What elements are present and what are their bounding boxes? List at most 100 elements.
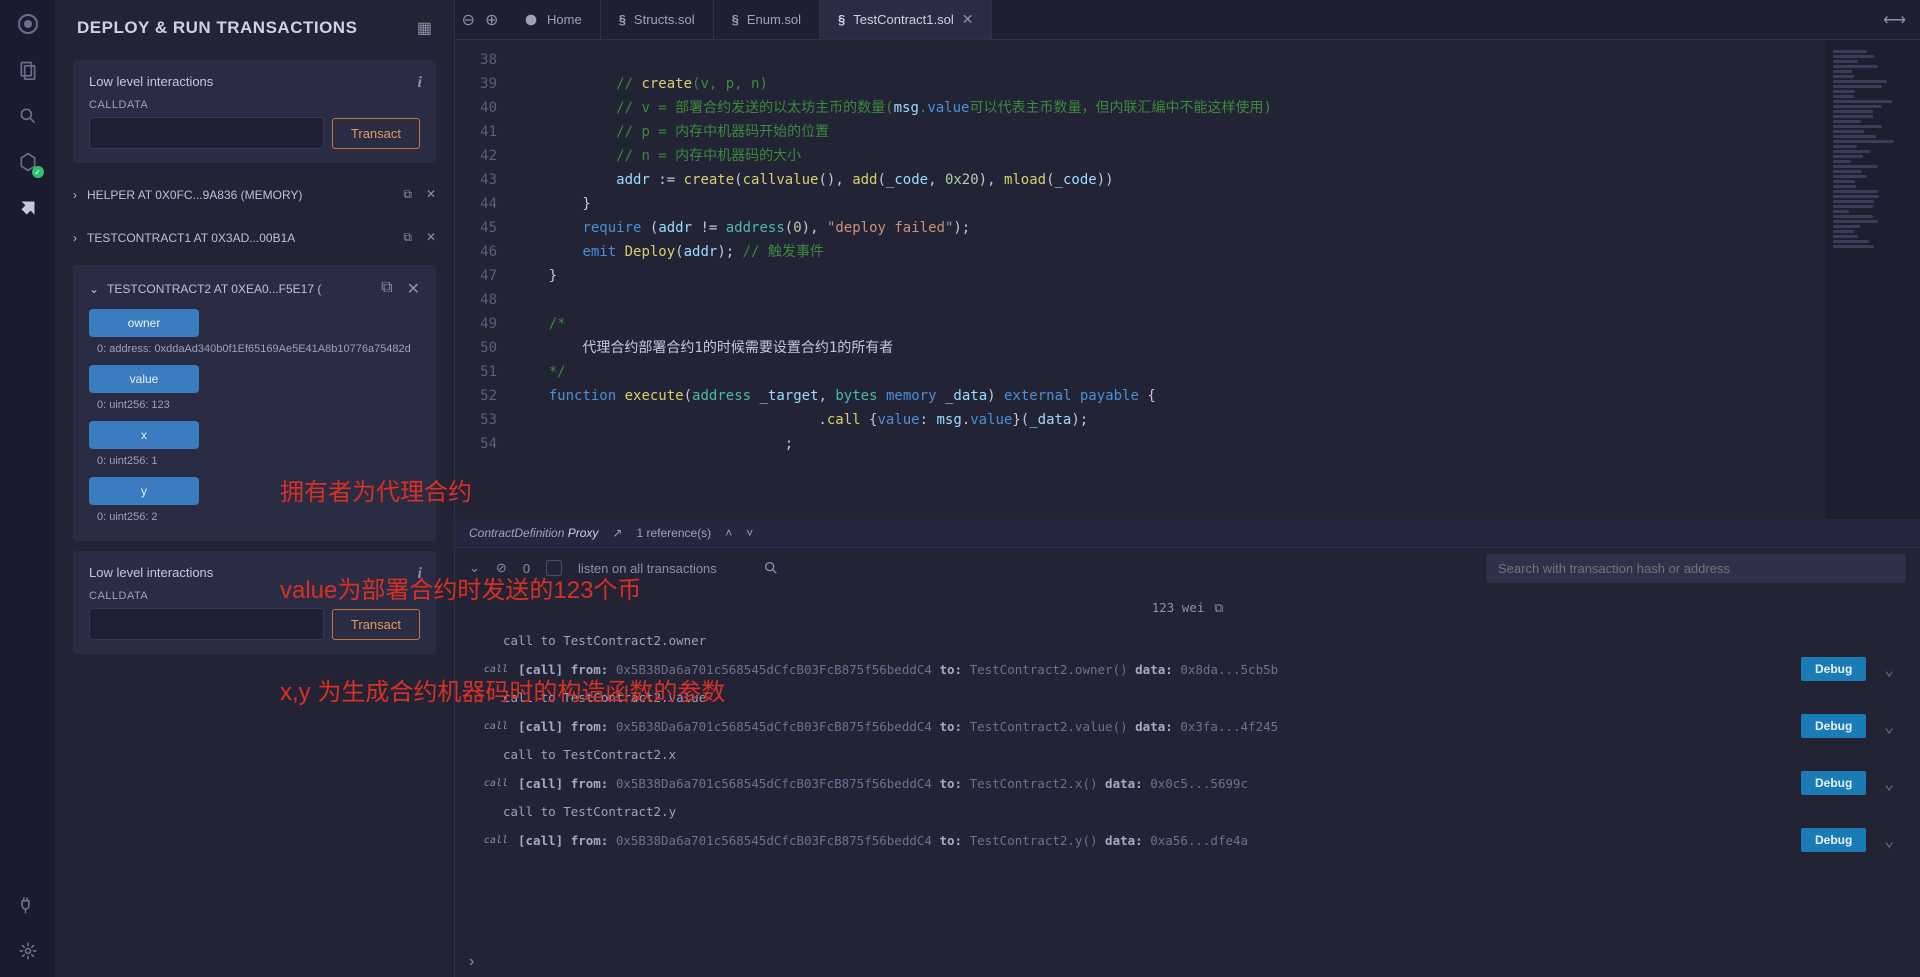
home-icon (523, 12, 539, 28)
contract-instance[interactable]: › HELPER AT 0X0FC...9A836 (MEMORY) ⧉ ✕ (55, 173, 454, 216)
chevron-right-icon: › (73, 231, 77, 245)
deploy-panel: DEPLOY & RUN TRANSACTIONS ▦ i Low level … (55, 0, 455, 977)
expand-icon[interactable]: ⟷ (1869, 10, 1920, 30)
function-output: 0: address: 0xddaAd340b0f1Ef65169Ae5E41A… (97, 343, 420, 355)
compiler-icon[interactable]: ✓ (16, 150, 40, 174)
zoom-in-icon[interactable]: ⊕ (485, 10, 498, 30)
debug-button[interactable]: Debug (1801, 771, 1866, 795)
low-level-section: i Low level interactions CALLDATA Transa… (73, 60, 436, 163)
copy-icon[interactable]: ⧉ (403, 187, 412, 202)
function-button[interactable]: value (89, 365, 199, 393)
search-icon[interactable] (16, 104, 40, 128)
call-badge: call (473, 664, 508, 675)
tab-testcontract1-sol[interactable]: § TestContract1.sol ✕ (820, 0, 992, 39)
panel-title: DEPLOY & RUN TRANSACTIONS (77, 18, 357, 38)
terminal-prompt-icon[interactable]: › (469, 953, 474, 970)
call-badge: call (473, 721, 508, 732)
function-button[interactable]: x (89, 421, 199, 449)
collapse-icon[interactable]: ⌄ (469, 560, 480, 576)
chevron-right-icon: › (73, 188, 77, 202)
terminal-search-input[interactable] (1486, 554, 1906, 583)
function-output: 0: uint256: 1 (97, 455, 420, 467)
ref-down-icon[interactable]: ˅ (746, 526, 753, 540)
function-output: 0: uint256: 2 (97, 511, 420, 523)
log-call-row: call [call] from: 0x5B38Da6a701c568545dC… (473, 765, 1902, 801)
contract-instance[interactable]: › TESTCONTRACT1 AT 0X3AD...00B1A ⧉ ✕ (55, 216, 454, 259)
debug-button[interactable]: Debug (1801, 657, 1866, 681)
log-call-row: call [call] from: 0x5B38Da6a701c568545dC… (473, 651, 1902, 687)
instance-name: TESTCONTRACT1 AT 0X3AD...00B1A (87, 231, 295, 245)
tab-label: TestContract1.sol (853, 12, 953, 27)
tab-structs-sol[interactable]: § Structs.sol (601, 0, 714, 39)
low-level-title: Low level interactions (89, 565, 420, 580)
tab-home[interactable]: Home (505, 0, 601, 39)
function-button[interactable]: y (89, 477, 199, 505)
instance-name: HELPER AT 0X0FC...9A836 (MEMORY) (87, 188, 302, 202)
function-button[interactable]: owner (89, 309, 199, 337)
log-text: call to TestContract2.value (473, 687, 1902, 708)
close-icon[interactable]: ✕ (426, 187, 436, 202)
chevron-down-icon[interactable]: ⌄ (1876, 660, 1902, 679)
log-text: call to TestContract2.owner (473, 630, 1902, 651)
panel-menu-icon[interactable]: ▦ (417, 18, 432, 38)
tab-enum-sol[interactable]: § Enum.sol (714, 0, 820, 39)
search-icon[interactable] (763, 560, 779, 576)
main-area: ⊖ ⊕ Home § Structs.sol § Enum.sol § TestContra… (455, 0, 1920, 977)
low-level-title: Low level interactions (89, 74, 420, 89)
copy-icon[interactable]: ⧉ (1214, 600, 1223, 616)
plugin-icon[interactable] (16, 893, 40, 917)
line-gutter: 3839404142434445464748495051525354 (455, 40, 515, 519)
log-call-row: call [call] from: 0x5B38Da6a701c568545dC… (473, 822, 1902, 858)
tab-bar: ⊖ ⊕ Home § Structs.sol § Enum.sol § TestContra… (455, 0, 1920, 40)
goto-icon[interactable]: ↗ (612, 526, 622, 540)
sol-icon: § (838, 12, 845, 27)
calldata-label: CALLDATA (89, 590, 420, 602)
debug-button[interactable]: Debug (1801, 828, 1866, 852)
pending-count: 0 (523, 561, 530, 576)
copy-icon[interactable]: ⧉ (403, 230, 412, 245)
close-icon[interactable]: ✕ (407, 279, 420, 299)
contract-instance-expanded: ⌄ TESTCONTRACT2 AT 0XEA0...F5E17 ( ⧉ ✕ own… (73, 265, 436, 541)
clear-icon[interactable]: ⊘ (496, 560, 507, 576)
listen-label: listen on all transactions (578, 561, 717, 576)
function-output: 0: uint256: 123 (97, 399, 420, 411)
close-icon[interactable]: ✕ (426, 230, 436, 245)
info-icon[interactable]: i (418, 74, 422, 92)
instance-name: TESTCONTRACT2 AT 0XEA0...F5E17 ( (107, 282, 321, 296)
sol-icon: § (732, 12, 739, 27)
activity-bar: ✓ (0, 0, 55, 977)
listen-checkbox[interactable] (546, 560, 562, 576)
code-editor[interactable]: 3839404142434445464748495051525354 // cr… (455, 40, 1825, 519)
copy-icon[interactable]: ⧉ (381, 279, 392, 299)
info-icon[interactable]: i (418, 565, 422, 583)
log-text: call to TestContract2.y (473, 801, 1902, 822)
ref-up-icon[interactable]: ˄ (725, 526, 732, 540)
chevron-down-icon[interactable]: ⌄ (1876, 774, 1902, 793)
log-call-row: call [call] from: 0x5B38Da6a701c568545dC… (473, 708, 1902, 744)
tab-label: Enum.sol (747, 12, 801, 27)
chevron-down-icon[interactable]: ⌄ (1876, 831, 1902, 850)
code-content[interactable]: // create(v, p, n) // v = 部署合约发送的以太坊主币的数… (515, 40, 1825, 519)
calldata-input[interactable] (89, 117, 324, 149)
debug-button[interactable]: Debug (1801, 714, 1866, 738)
editor-breadcrumb: ContractDefinition Proxy ↗ 1 reference(s… (455, 519, 1920, 547)
remix-logo-icon[interactable] (16, 12, 40, 36)
zoom-out-icon[interactable]: ⊖ (462, 10, 475, 30)
transact-button[interactable]: Transact (332, 609, 420, 640)
check-badge-icon: ✓ (32, 166, 44, 178)
log-text: call to TestContract2.x (473, 744, 1902, 765)
calldata-input[interactable] (89, 608, 324, 640)
calldata-label: CALLDATA (89, 99, 420, 111)
tab-label: Structs.sol (634, 12, 695, 27)
deploy-icon[interactable] (16, 196, 40, 220)
tab-label: Home (547, 12, 582, 27)
chevron-down-icon[interactable]: ⌄ (89, 282, 99, 296)
sol-icon: § (619, 12, 626, 27)
tx-value: 123 wei (1152, 600, 1205, 616)
file-explorer-icon[interactable] (16, 58, 40, 82)
chevron-down-icon[interactable]: ⌄ (1876, 717, 1902, 736)
settings-icon[interactable] (16, 939, 40, 963)
transact-button[interactable]: Transact (332, 118, 420, 149)
minimap[interactable] (1825, 40, 1920, 519)
close-icon[interactable]: ✕ (962, 11, 974, 28)
